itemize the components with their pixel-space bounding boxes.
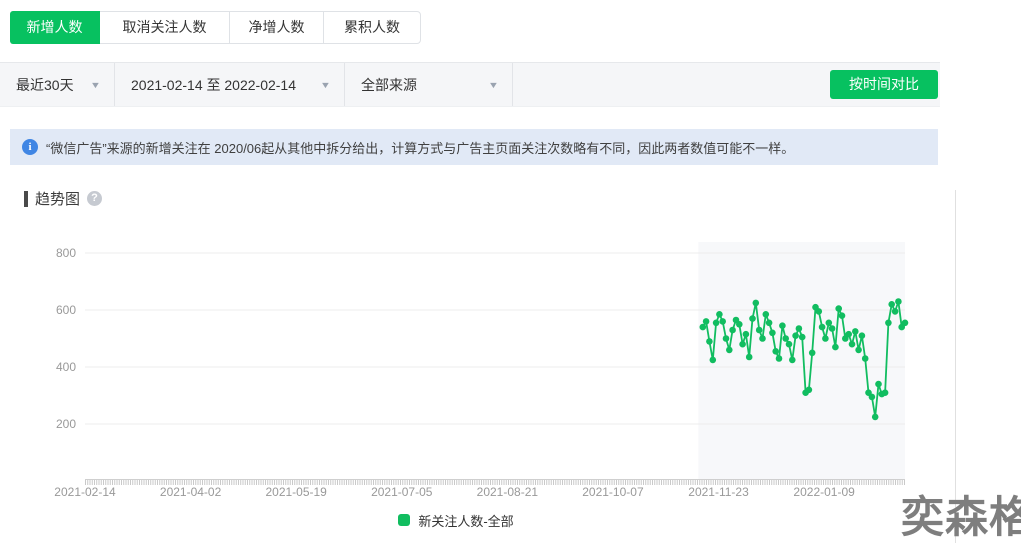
svg-text:2021-07-05: 2021-07-05 [371,485,433,499]
svg-text:400: 400 [56,360,76,374]
svg-text:2021-05-19: 2021-05-19 [265,485,327,499]
svg-text:800: 800 [56,246,76,260]
svg-text:2022-01-09: 2022-01-09 [793,485,855,499]
date-range-value: 2021-02-14 至 2022-02-14 [131,75,296,95]
tab-unfollowers[interactable]: 取消关注人数 [100,12,230,43]
legend-label: 新关注人数-全部 [418,511,513,530]
svg-text:2021-10-07: 2021-10-07 [582,485,644,499]
trend-line-chart[interactable]: 200 400 600 800 2021-02-14 2021-04-02 2021-05-… [0,230,1021,510]
compare-by-time-button[interactable]: 按时间对比 [830,70,938,99]
notice-text: “微信广告”来源的新增关注在 2020/06起从其他中拆分给出，计算方式与广告主… [46,138,794,157]
watermark-text: 奕森格 [901,497,1021,540]
svg-text:2021-04-02: 2021-04-02 [160,485,222,499]
source-dropdown[interactable]: 全部来源 ▼ [345,63,513,106]
notice-banner: i “微信广告”来源的新增关注在 2020/06起从其他中拆分给出，计算方式与广… [10,129,938,165]
time-range-dropdown[interactable]: 最近30天 ▼ [0,63,115,106]
metric-tabs: 新增人数 取消关注人数 净增人数 累积人数 [10,11,421,44]
chart-section-header: 趋势图 ? [24,188,102,209]
chart-legend[interactable]: 新关注人数-全部 [0,510,912,530]
filter-bar: 最近30天 ▼ 2021-02-14 至 2022-02-14 ▼ 全部来源 ▼… [0,62,940,107]
chevron-down-icon: ▼ [90,80,101,90]
legend-marker-icon [398,514,410,526]
svg-text:2021-08-21: 2021-08-21 [477,485,539,499]
chevron-down-icon: ▼ [488,80,499,90]
svg-text:2021-11-23: 2021-11-23 [688,485,749,499]
info-icon: i [22,139,38,155]
source-value: 全部来源 [361,75,417,95]
help-icon[interactable]: ? [87,191,102,206]
svg-text:200: 200 [56,417,76,431]
time-range-value: 最近30天 [16,75,74,95]
tab-new-followers[interactable]: 新增人数 [10,11,100,44]
tab-net-growth[interactable]: 净增人数 [230,12,324,43]
chevron-down-icon: ▼ [320,80,331,90]
svg-text:600: 600 [56,303,76,317]
date-range-picker[interactable]: 2021-02-14 至 2022-02-14 ▼ [115,63,345,106]
page-title: 趋势图 [35,188,80,209]
svg-text:2021-02-14: 2021-02-14 [54,485,116,499]
tab-cumulative[interactable]: 累积人数 [324,12,420,43]
title-accent-bar [24,191,28,207]
right-divider [955,190,956,543]
